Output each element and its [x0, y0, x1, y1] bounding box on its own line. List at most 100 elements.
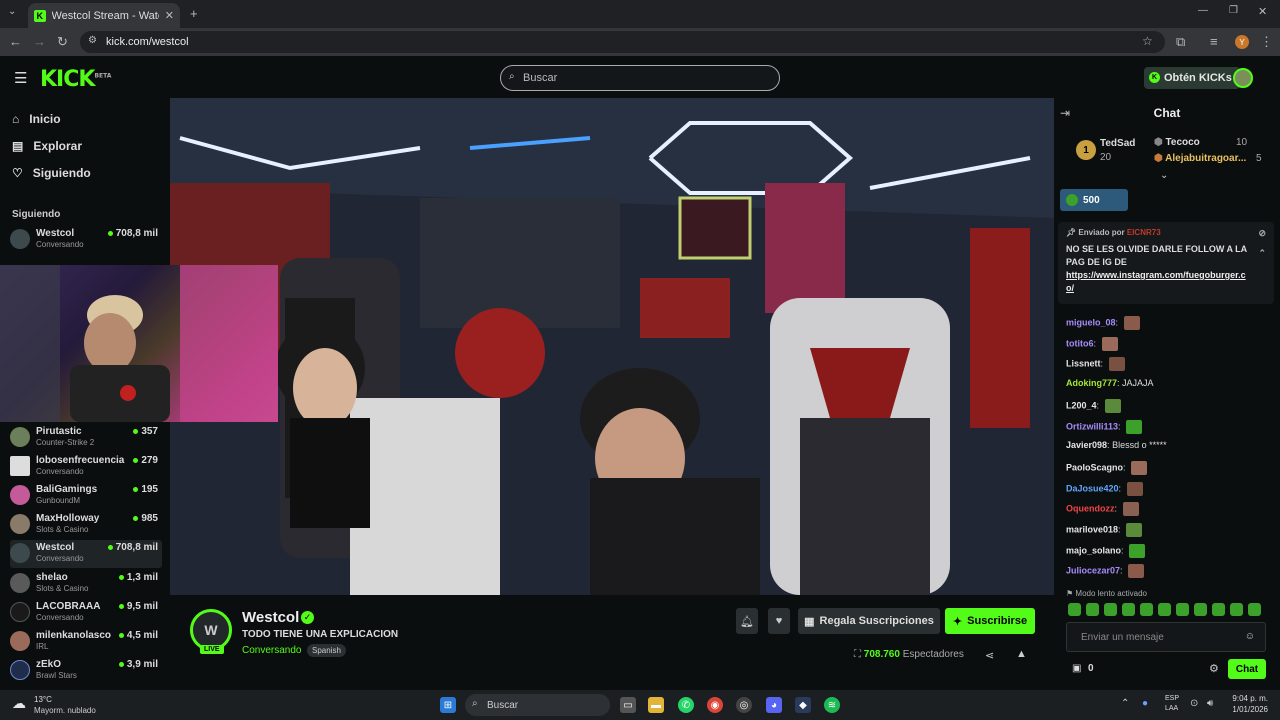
volume-icon[interactable]: 🔊︎ [1207, 698, 1213, 709]
chat-emote-icon[interactable] [1126, 523, 1143, 537]
hamburger-menu-icon[interactable]: ☰ [14, 69, 27, 87]
sidebar-channel-westcol[interactable]: Westcol Conversando 708,8 mil [10, 226, 162, 254]
sidebar-channel-lobosenfrecuencia[interactable]: lobosenfrecuencia Conversando 279 [10, 453, 162, 481]
emote-icon[interactable] [1248, 603, 1261, 616]
expand-leaderboard-icon[interactable]: ⌄ [1160, 170, 1168, 181]
report-icon[interactable]: ▲ [1016, 648, 1027, 660]
chat-username[interactable]: L200_4 [1066, 400, 1097, 410]
collapse-pinned-icon[interactable]: ⌃ [1258, 248, 1266, 259]
taskbar-search[interactable]: ⌕ Buscar [465, 694, 610, 716]
kick-wallet-icon[interactable]: ▣ [1072, 663, 1081, 674]
sidebar-channel-pirutastic[interactable]: Pirutastic Counter-Strike 2 357 [10, 424, 162, 452]
sidebar-channel-maxholloway[interactable]: MaxHolloway Slots & Casino 985 [10, 511, 162, 539]
chat-emote-icon[interactable] [1126, 481, 1143, 496]
profile-avatar[interactable]: Y [1235, 35, 1249, 49]
emote-icon[interactable] [1194, 603, 1207, 616]
follow-heart-button[interactable]: ♥ [768, 608, 790, 634]
chat-username[interactable]: Adoking777 [1066, 378, 1117, 388]
nav-explore[interactable]: ▤ Explorar [12, 139, 82, 153]
chat-username[interactable]: DaJosue420 [1066, 483, 1119, 493]
subscribe-button[interactable]: ✦ Suscribirse [945, 608, 1035, 634]
nav-following[interactable]: ♡ Siguiendo [12, 166, 91, 180]
task-view-icon[interactable]: ▭ [620, 697, 636, 713]
window-close-icon[interactable]: ✕ [1258, 5, 1267, 18]
chat-username[interactable]: marilove018 [1066, 524, 1118, 534]
gifter-name[interactable]: ⬢ Tecoco [1154, 137, 1200, 148]
channel-name[interactable]: Westcol [242, 609, 299, 626]
emote-icon[interactable] [1230, 603, 1243, 616]
chat-username[interactable]: majo_solano [1066, 545, 1121, 555]
discord-icon[interactable]: ◕ [766, 697, 782, 713]
pinned-link[interactable]: https://www.instagram.com/fuegoburger.co… [1066, 269, 1266, 295]
forward-icon[interactable]: → [33, 34, 46, 49]
spotify-icon[interactable]: ≋ [824, 697, 840, 713]
file-explorer-icon[interactable]: ▬ [648, 697, 664, 713]
browser-menu-icon[interactable]: ⋮ [1260, 34, 1273, 50]
tab-list-icon[interactable]: ⌄ [8, 6, 16, 17]
channel-points-button[interactable]: 500 [1060, 189, 1128, 211]
chat-username[interactable]: Javier098 [1066, 440, 1107, 450]
address-bar[interactable]: ⚙ kick.com/westcol ☆ [80, 31, 1165, 53]
obs-icon[interactable]: ◎ [736, 697, 752, 713]
back-icon[interactable]: ← [9, 34, 22, 49]
new-tab-icon[interactable]: + [190, 6, 198, 21]
tray-overflow-icon[interactable]: ⌃ [1121, 698, 1129, 709]
keyboard-language[interactable]: ESP LAA [1165, 694, 1179, 714]
site-info-icon[interactable]: ⚙ [88, 35, 97, 46]
chat-emote-icon[interactable] [1128, 564, 1145, 579]
unpin-icon[interactable]: ⊘ [1258, 228, 1266, 239]
chat-username[interactable]: Oquendozz [1066, 504, 1115, 514]
chat-emote-icon[interactable] [1108, 357, 1125, 372]
pinned-sender[interactable]: EICNR73 [1127, 228, 1161, 237]
minimize-icon[interactable]: — [1198, 5, 1208, 16]
media-icon[interactable]: ≡ [1210, 34, 1218, 49]
emote-icon[interactable] [1176, 603, 1189, 616]
chrome-icon[interactable]: ◉ [707, 697, 723, 713]
windows-start-icon[interactable]: ⊞ [440, 697, 456, 713]
bookmark-star-icon[interactable]: ☆ [1142, 34, 1153, 48]
extensions-icon[interactable]: ⧉ [1176, 34, 1185, 50]
top-gifter-name[interactable]: TedSad [1100, 138, 1135, 149]
notification-bell-button[interactable]: 🔔︎ [736, 608, 758, 634]
chat-send-button[interactable]: Chat [1228, 659, 1266, 679]
chat-username[interactable]: miguelo_08 [1066, 317, 1116, 327]
gift-subs-button[interactable]: ▦ Regala Suscripciones [798, 608, 940, 634]
restore-icon[interactable]: ❐ [1229, 5, 1238, 16]
share-icon[interactable]: ⋖ [985, 649, 994, 662]
emote-icon[interactable] [1122, 603, 1135, 616]
nav-home[interactable]: ⌂ Inicio [12, 112, 61, 126]
video-player[interactable] [170, 98, 1054, 595]
chat-emote-icon[interactable] [1123, 316, 1140, 330]
sidebar-channel-milenkanolasco[interactable]: milenkanolasco IRL 4,5 mil [10, 628, 162, 656]
reload-icon[interactable]: ↻ [57, 34, 68, 50]
sidebar-channel-baligamings[interactable]: BaliGamings GunboundM 195 [10, 482, 162, 510]
microphone-icon[interactable]: ● [1142, 698, 1148, 709]
chat-username[interactable]: Ortizwilli113 [1066, 421, 1118, 431]
chat-emote-icon[interactable] [1131, 460, 1148, 475]
chat-username[interactable]: PaoloScagno [1066, 462, 1123, 472]
language-tag[interactable]: Spanish [307, 644, 346, 657]
sidebar-channel-lacobraaa[interactable]: LACOBRAAA Conversando 9,5 mil [10, 599, 162, 627]
chat-emote-icon[interactable] [1129, 543, 1146, 558]
chat-username[interactable]: Juliocezar07 [1066, 566, 1120, 576]
tab-close-icon[interactable]: ✕ [165, 9, 174, 22]
sidebar-channel-shelao[interactable]: shelao Slots & Casino 1,3 mil [10, 570, 162, 598]
emote-icon[interactable] [1086, 603, 1099, 616]
browser-tab[interactable]: K Westcol Stream - Watch Li... ✕ [28, 3, 180, 28]
chat-settings-icon[interactable]: ⚙ [1209, 662, 1219, 675]
sidebar-channel-zeko[interactable]: zEkO Brawl Stars 3,9 mil [10, 657, 162, 685]
search-input[interactable]: ⌕ Buscar [500, 65, 780, 91]
app-icon[interactable]: ◆ [795, 697, 811, 713]
emote-icon[interactable] [1140, 603, 1153, 616]
chat-username[interactable]: Lissnett [1066, 359, 1101, 369]
emote-icon[interactable] [1212, 603, 1225, 616]
kick-logo[interactable]: KICKBETA [40, 67, 111, 92]
whatsapp-icon[interactable]: ✆ [678, 697, 694, 713]
emote-icon[interactable] [1104, 603, 1117, 616]
chat-emote-icon[interactable] [1122, 502, 1139, 517]
stream-category-link[interactable]: Conversando [242, 645, 301, 656]
chat-message-input[interactable]: Enviar un mensaje ☺ [1066, 622, 1266, 652]
emote-icon[interactable] [1068, 603, 1081, 616]
emote-icon[interactable] [1158, 603, 1171, 616]
user-avatar[interactable] [1233, 68, 1253, 88]
